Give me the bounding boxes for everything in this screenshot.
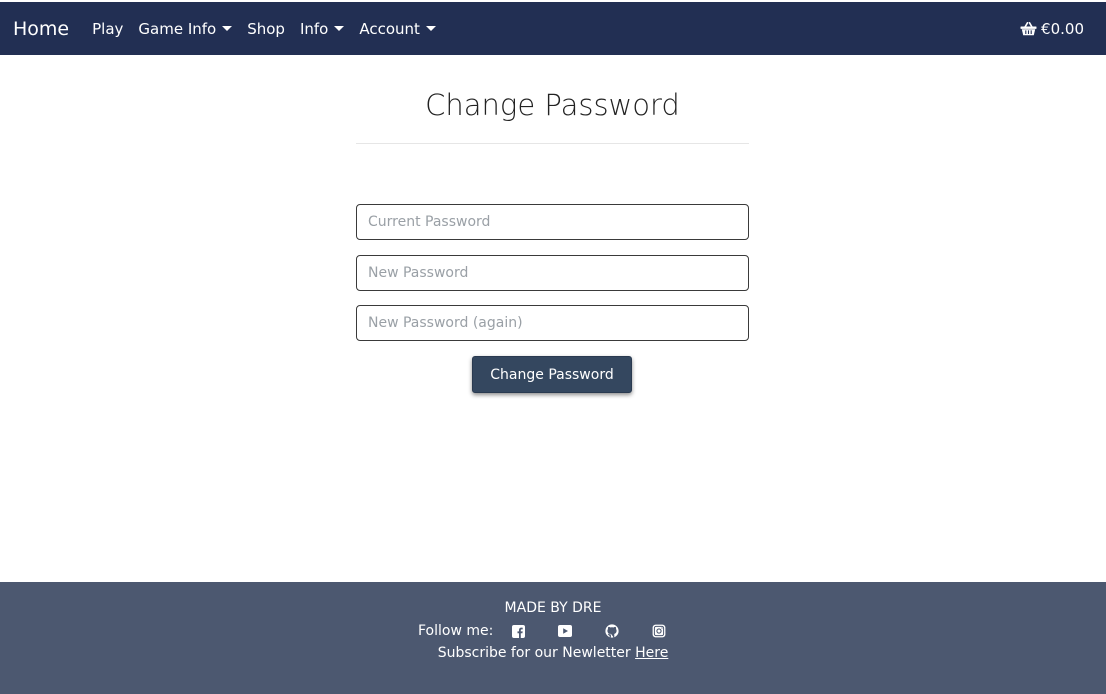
follow-row: Follow me: bbox=[418, 623, 699, 639]
footer: MADE BY DRE Follow me: Subscribe for our… bbox=[0, 582, 1106, 694]
basket-icon bbox=[1020, 21, 1037, 35]
subscribe-link[interactable]: Here bbox=[635, 645, 668, 661]
nav-item-game-info[interactable]: Game Info bbox=[138, 19, 233, 38]
cart-total: €0.00 bbox=[1041, 19, 1084, 38]
follow-label: Follow me: bbox=[418, 623, 494, 639]
nav-item-account[interactable]: Account bbox=[359, 20, 436, 38]
nav-item-label: Account bbox=[359, 19, 420, 38]
title-divider bbox=[356, 143, 749, 144]
new-password-input[interactable] bbox=[356, 255, 749, 291]
nav-item-label: Shop bbox=[247, 19, 285, 38]
made-by-text: MADE BY DRE bbox=[504, 600, 602, 616]
nav-item-shop[interactable]: Shop bbox=[247, 20, 285, 38]
navbar: Home Play Game Info Shop Info Account €0… bbox=[0, 2, 1106, 55]
github-icon[interactable] bbox=[605, 624, 619, 638]
nav-item-label: Play bbox=[92, 19, 124, 38]
nav-item-label: Info bbox=[299, 19, 329, 38]
nav-items: Play Game Info Shop Info Account bbox=[92, 20, 451, 38]
caret-down-icon bbox=[222, 26, 233, 31]
caret-down-icon bbox=[334, 26, 345, 31]
subscribe-text: Subscribe for our Newletter bbox=[437, 645, 631, 661]
nav-item-info[interactable]: Info bbox=[299, 19, 345, 38]
subscribe-row: Subscribe for our Newletter Here bbox=[0, 645, 1106, 661]
new-password-again-input[interactable] bbox=[356, 305, 749, 341]
cart-link[interactable]: €0.00 bbox=[1020, 20, 1084, 38]
current-password-input[interactable] bbox=[356, 204, 749, 240]
instagram-icon[interactable] bbox=[652, 624, 666, 638]
nav-item-label: Game Info bbox=[138, 19, 217, 38]
youtube-icon[interactable] bbox=[558, 624, 573, 638]
page-title: Change Password bbox=[425, 88, 680, 122]
home-link[interactable]: Home bbox=[13, 18, 69, 40]
facebook-icon[interactable] bbox=[511, 624, 525, 638]
change-password-button[interactable]: Change Password bbox=[472, 356, 632, 393]
caret-down-icon bbox=[425, 26, 436, 31]
nav-item-play[interactable]: Play bbox=[92, 20, 123, 38]
